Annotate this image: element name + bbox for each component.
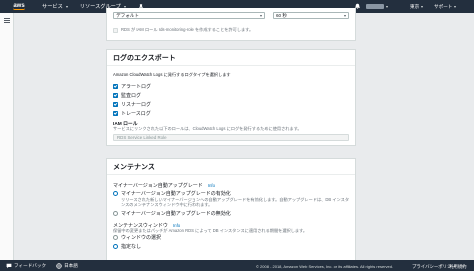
- language-label: 日本語: [64, 262, 78, 268]
- chevron-down-icon: [454, 5, 457, 8]
- region-menu[interactable]: 東京: [410, 3, 424, 10]
- no-preference-label: 指定なし: [121, 244, 142, 250]
- enable-upgrade-option[interactable]: マイナーバージョン自動アップグレードの有効化: [113, 190, 231, 197]
- permission-checkbox: [113, 27, 118, 33]
- chevron-down-icon: [344, 14, 346, 17]
- side-nav-toggle-strip: [0, 13, 14, 260]
- copyright-text: © 2008 - 2018, Amazon Web Services, Inc.…: [256, 263, 394, 269]
- window-select-radio[interactable]: [113, 235, 118, 240]
- log-option-alert[interactable]: アラートログ: [113, 83, 151, 90]
- chevron-down-icon: [386, 5, 388, 8]
- iam-role-description: サービスにリンクされた以下のロールは、CloudWatch Logs にログを発…: [113, 126, 302, 131]
- enable-upgrade-radio[interactable]: [113, 191, 118, 196]
- alert-log-label: アラートログ: [121, 84, 152, 90]
- monitoring-role-permission: RDS が IAM ロール rds-monitoring-role を作成するこ…: [113, 27, 253, 33]
- support-label: サポート: [434, 3, 453, 9]
- account-name-redacted: [366, 4, 384, 9]
- no-preference-radio[interactable]: [113, 244, 118, 249]
- monitoring-role-select[interactable]: デフォルト: [113, 12, 265, 19]
- log-export-title: ログのエクスポート: [107, 50, 355, 66]
- maintenance-title: メンテナンス: [107, 159, 355, 175]
- iam-role-desc-row: サービスにリンクされた以下のロールは、CloudWatch Logs にログを発…: [113, 126, 302, 132]
- trace-log-checkbox[interactable]: [113, 111, 118, 116]
- no-preference-option[interactable]: 指定なし: [113, 243, 141, 250]
- log-export-desc-row: Amazon CloudWatch Logs に発行するログタイプを選択します: [113, 72, 231, 78]
- iam-role-field: RDS Service Linked Role: [113, 134, 349, 141]
- enable-upgrade-label: マイナーバージョン自動アップグレードの有効化: [121, 191, 231, 197]
- listener-log-checkbox[interactable]: [113, 102, 118, 107]
- chevron-down-icon: [65, 5, 68, 8]
- select-value: デフォルト: [116, 12, 139, 18]
- globe-icon: [56, 262, 62, 269]
- feedback-icon: [6, 263, 12, 268]
- monitoring-panel: デフォルト 60 秒 RDS が IAM ロール rds-monitoring-…: [106, 8, 356, 41]
- language-selector[interactable]: 日本語: [56, 263, 78, 269]
- auto-upgrade-heading: マイナーバージョン自動アップグレード Info: [113, 182, 215, 189]
- trace-log-label: トレースログ: [121, 111, 151, 117]
- aws-smile-icon: [13, 8, 25, 10]
- disable-upgrade-label: マイナーバージョン自動アップグレードの無効化: [121, 211, 231, 217]
- granularity-select[interactable]: 60 秒: [273, 12, 349, 19]
- support-menu[interactable]: サポート: [434, 3, 457, 10]
- alert-log-checkbox[interactable]: [113, 84, 118, 89]
- aws-logo[interactable]: aws: [8, 0, 30, 13]
- window-select-option[interactable]: ウィンドウの選択: [113, 234, 161, 241]
- feedback-label: フィードバック: [14, 262, 47, 268]
- services-label: サービス: [42, 4, 63, 10]
- log-option-trace[interactable]: トレースログ: [113, 110, 151, 117]
- log-export-description: Amazon CloudWatch Logs に発行するログタイプを選択します: [113, 72, 231, 77]
- auto-upgrade-label: マイナーバージョン自動アップグレード: [113, 183, 203, 189]
- audit-log-label: 監査ログ: [121, 93, 142, 99]
- enable-upgrade-description: リリースされた新しいマイナーバージョンへの自動アップグレードを有効化します。自動…: [121, 197, 350, 207]
- disable-upgrade-radio[interactable]: [113, 211, 118, 216]
- maintenance-panel: メンテナンス マイナーバージョン自動アップグレード Info マイナーバージョン…: [106, 158, 356, 260]
- hamburger-icon[interactable]: [4, 18, 10, 23]
- window-select-label: ウィンドウの選択: [121, 235, 162, 241]
- listener-log-label: リスナーログ: [121, 102, 152, 108]
- auto-upgrade-info-link[interactable]: Info: [208, 183, 215, 188]
- log-option-audit[interactable]: 監査ログ: [113, 92, 141, 99]
- terms-of-use-link[interactable]: 利用規約: [449, 264, 467, 270]
- permission-text: RDS が IAM ロール rds-monitoring-role を作成するこ…: [121, 27, 254, 32]
- feedback-link[interactable]: フィードバック: [6, 263, 46, 269]
- services-menu[interactable]: サービス: [42, 3, 68, 10]
- audit-log-checkbox[interactable]: [113, 93, 118, 98]
- region-label: 東京: [410, 3, 420, 9]
- account-menu[interactable]: [366, 4, 388, 9]
- log-export-panel: ログのエクスポート Amazon CloudWatch Logs に発行するログ…: [106, 49, 356, 146]
- disable-upgrade-option[interactable]: マイナーバージョン自動アップグレードの無効化: [113, 210, 231, 217]
- iam-role-value: RDS Service Linked Role: [117, 135, 167, 140]
- chevron-down-icon: [260, 14, 262, 17]
- log-option-listener[interactable]: リスナーログ: [113, 101, 151, 108]
- chevron-down-icon: [421, 5, 424, 8]
- select-value: 60 秒: [276, 12, 287, 18]
- footer: フィードバック 日本語 © 2008 - 2018, Amazon Web Se…: [0, 260, 474, 271]
